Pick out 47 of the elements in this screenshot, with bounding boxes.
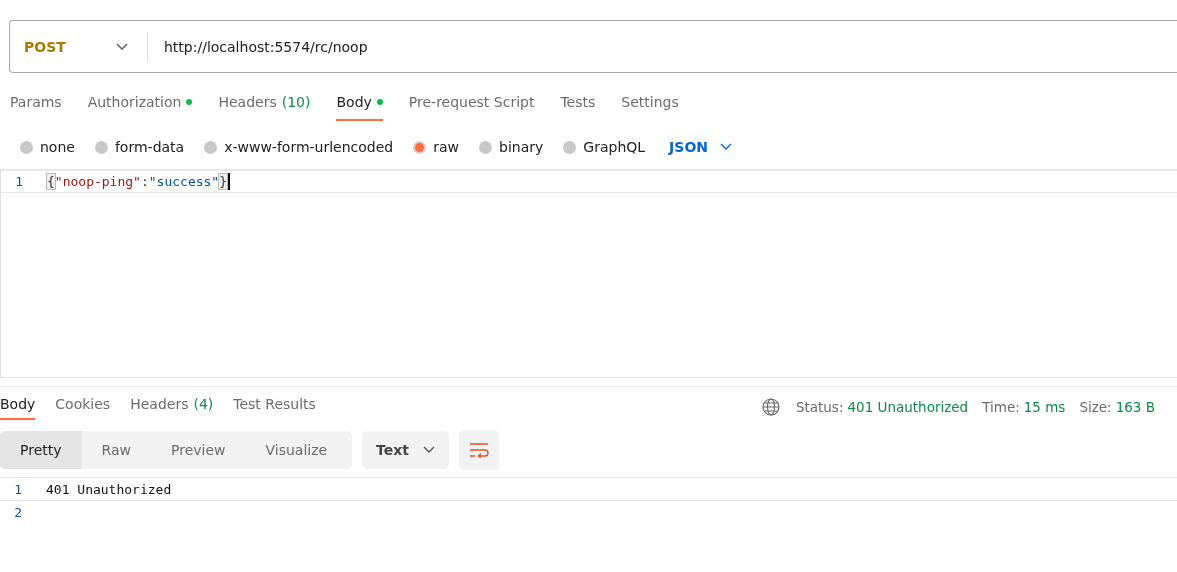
line-number: 1: [13, 481, 23, 497]
chevron-down-icon: [115, 42, 128, 51]
response-stat: Size: 163 B: [1079, 398, 1155, 415]
wrap-lines-icon: [468, 442, 489, 458]
globe-icon[interactable]: [761, 397, 780, 416]
tab[interactable]: Headers (4): [130, 393, 214, 420]
radio-option[interactable]: raw: [413, 139, 460, 155]
method-dropdown[interactable]: POST: [10, 31, 148, 62]
url-field[interactable]: http://localhost:5574/rc/noop: [164, 38, 368, 55]
tab[interactable]: Body: [0, 393, 36, 420]
tab[interactable]: Pre-request Script: [408, 91, 535, 121]
format-dropdown[interactable]: JSON: [665, 139, 737, 155]
radio-button[interactable]: [20, 140, 33, 154]
line-number: 1: [14, 174, 24, 189]
view-mode-tab[interactable]: Preview: [151, 431, 246, 469]
radio-button[interactable]: [204, 140, 218, 154]
radio-option[interactable]: x-www-form-urlencoded: [204, 139, 394, 155]
code-line: 401 Unauthorized: [46, 481, 172, 497]
tab[interactable]: Headers (10): [218, 91, 311, 121]
view-mode-tab[interactable]: Visualize: [245, 431, 348, 469]
tab[interactable]: Test Results: [233, 393, 316, 420]
format-dropdown[interactable]: Text: [362, 431, 449, 469]
radio-option[interactable]: binary: [479, 139, 544, 155]
tab[interactable]: Settings: [621, 91, 679, 121]
view-mode-tab[interactable]: Raw: [81, 431, 151, 469]
radio-button[interactable]: [413, 140, 427, 154]
view-mode-tab[interactable]: Pretty: [0, 431, 82, 469]
line-number: 2: [13, 504, 23, 520]
code-editor[interactable]: 1 {"noop-ping":"success"}: [0, 169, 1177, 378]
text-cursor: [228, 173, 231, 190]
chevron-down-icon: [720, 143, 733, 151]
tab[interactable]: Params: [10, 91, 62, 121]
response-stat: Status: 401 Unauthorized: [795, 398, 969, 415]
radio-button[interactable]: [563, 140, 577, 154]
radio-button[interactable]: [94, 140, 108, 154]
radio-button[interactable]: [479, 140, 493, 154]
radio-option[interactable]: form-data: [94, 139, 185, 155]
tab[interactable]: Body: [336, 91, 383, 121]
chevron-down-icon: [422, 446, 435, 454]
radio-option[interactable]: none: [20, 139, 75, 155]
tab[interactable]: Cookies: [55, 393, 111, 420]
tab[interactable]: Tests: [560, 91, 596, 121]
tab[interactable]: Authorization: [87, 91, 193, 121]
code-line: {"noop-ping":"success"}: [47, 174, 228, 189]
wrap-lines-button[interactable]: [458, 430, 499, 470]
radio-option[interactable]: GraphQL: [563, 139, 646, 155]
response-stat: Time: 15 ms: [982, 398, 1066, 415]
